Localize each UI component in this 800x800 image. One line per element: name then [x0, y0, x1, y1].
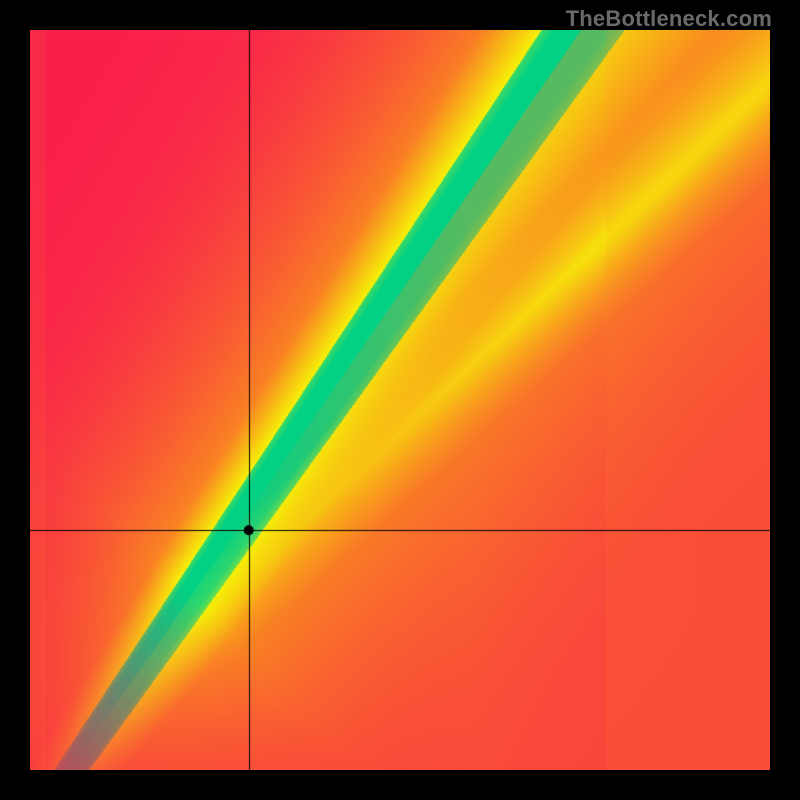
- crosshair-overlay: [30, 30, 770, 770]
- chart-container: TheBottleneck.com: [0, 0, 800, 800]
- heatmap-plot-area: [30, 30, 770, 770]
- watermark-text: TheBottleneck.com: [566, 6, 772, 32]
